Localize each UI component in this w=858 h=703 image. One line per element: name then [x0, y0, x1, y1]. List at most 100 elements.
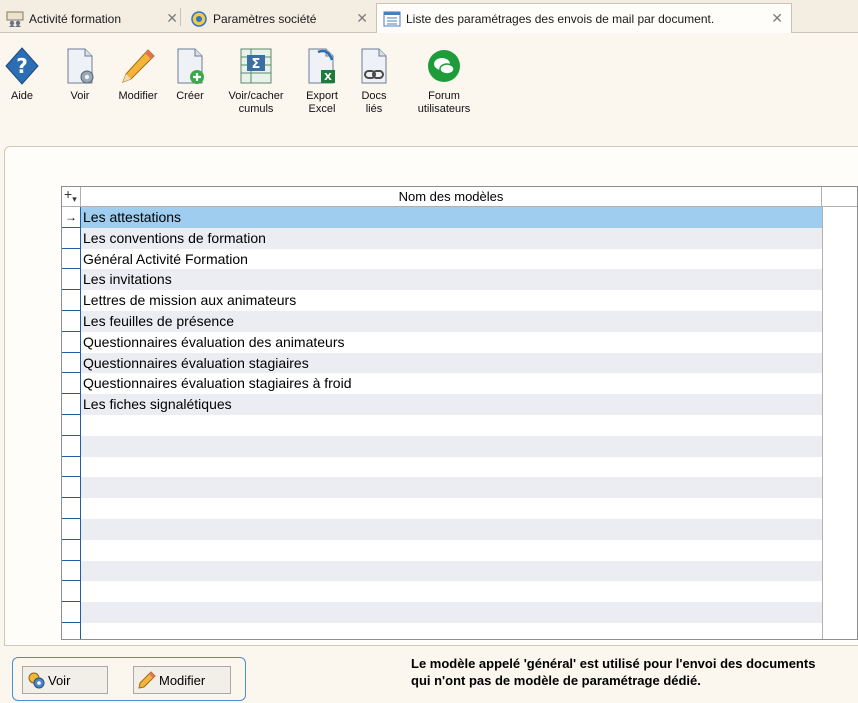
docs-label-2: liés — [365, 103, 383, 115]
table-row[interactable] — [62, 602, 857, 623]
model-name-cell[interactable] — [81, 581, 822, 603]
table-row[interactable]: Les invitations — [62, 269, 857, 291]
table-row[interactable] — [62, 518, 857, 540]
table-row[interactable]: Les feuilles de présence — [62, 310, 857, 332]
pencil-icon — [118, 44, 158, 88]
export-label-2: Excel — [308, 103, 336, 115]
table-row[interactable]: Lettres de mission aux animateurs — [62, 290, 857, 311]
bottom-modify-button[interactable]: Modifier — [133, 666, 231, 694]
row-selector[interactable] — [62, 269, 81, 291]
grid-empty-area — [822, 207, 857, 639]
svg-text:?: ? — [16, 54, 28, 78]
model-name-cell[interactable] — [81, 477, 822, 499]
model-name-cell[interactable]: Les fiches signalétiques — [81, 394, 822, 415]
row-selector[interactable] — [62, 602, 81, 623]
row-selector[interactable] — [62, 560, 81, 582]
table-row[interactable] — [62, 622, 857, 639]
bottom-modify-label: Modifier — [159, 672, 206, 688]
list-window-icon — [383, 10, 401, 28]
row-selector[interactable] — [62, 227, 81, 249]
model-name-cell[interactable] — [81, 435, 822, 457]
tab-liste-parametrages[interactable]: Liste des paramétrages des envois de mai… — [376, 3, 792, 33]
row-selector[interactable] — [62, 414, 81, 436]
model-name-cell[interactable]: Général Activité Formation — [81, 248, 822, 270]
model-name-cell[interactable]: Les conventions de formation — [81, 227, 822, 249]
bottom-button-group: Voir Modifier — [12, 657, 246, 701]
model-name-cell[interactable]: Lettres de mission aux animateurs — [81, 290, 822, 311]
row-selector-arrow-icon[interactable]: → — [62, 207, 81, 228]
tab-parametres-societe[interactable]: Paramètres société ✕ — [190, 4, 368, 33]
row-selector[interactable] — [62, 435, 81, 457]
close-icon[interactable]: ✕ — [166, 10, 178, 27]
create-button[interactable]: Créer — [170, 44, 210, 103]
row-selector[interactable] — [62, 373, 81, 395]
model-name-cell[interactable]: Les attestations — [81, 207, 822, 228]
table-row[interactable] — [62, 539, 857, 561]
table-row[interactable] — [62, 498, 857, 519]
model-name-cell[interactable]: Les feuilles de présence — [81, 310, 822, 332]
view-button[interactable]: Voir — [60, 44, 100, 103]
table-row[interactable]: Questionnaires évaluation des animateurs — [62, 331, 857, 353]
model-name-cell[interactable] — [81, 539, 822, 561]
tab-label: Activité formation — [29, 11, 122, 26]
model-name-cell[interactable] — [81, 456, 822, 478]
row-selector[interactable] — [62, 248, 81, 270]
user-forum-button[interactable]: Forum utilisateurs — [412, 44, 476, 116]
create-label: Créer — [176, 90, 204, 102]
help-button[interactable]: ? Aide — [4, 44, 40, 103]
row-selector[interactable] — [62, 331, 81, 353]
table-row[interactable] — [62, 581, 857, 603]
row-selector[interactable] — [62, 394, 81, 415]
modify-button[interactable]: Modifier — [112, 44, 164, 103]
row-selector[interactable] — [62, 498, 81, 519]
export-label-1: Export — [306, 90, 338, 102]
model-name-cell[interactable] — [81, 518, 822, 540]
row-selector[interactable] — [62, 352, 81, 374]
tab-activite-formation[interactable]: Activité formation ✕ — [6, 4, 178, 33]
grid-corner-button[interactable]: +▾ — [62, 187, 81, 207]
model-name-cell[interactable] — [81, 622, 822, 639]
table-row[interactable]: Général Activité Formation — [62, 248, 857, 270]
table-row[interactable]: Les conventions de formation — [62, 227, 857, 249]
model-name-cell[interactable]: Les invitations — [81, 269, 822, 291]
table-row[interactable] — [62, 414, 857, 436]
model-name-cell[interactable] — [81, 414, 822, 436]
table-row[interactable]: Les fiches signalétiques — [62, 394, 857, 415]
row-selector[interactable] — [62, 456, 81, 478]
row-selector[interactable] — [62, 477, 81, 499]
svg-text:Σ: Σ — [252, 57, 261, 72]
row-selector[interactable] — [62, 310, 81, 332]
model-name-cell[interactable]: Questionnaires évaluation stagiaires — [81, 352, 822, 374]
row-selector[interactable] — [62, 518, 81, 540]
modify-label: Modifier — [118, 90, 158, 102]
row-selector[interactable] — [62, 581, 81, 603]
bottom-view-button[interactable]: Voir — [22, 666, 108, 694]
model-name-cell[interactable] — [81, 560, 822, 582]
view-gear-icon — [27, 671, 45, 689]
tab-label: Paramètres société — [213, 11, 317, 26]
model-name-cell[interactable] — [81, 498, 822, 519]
forum-chat-icon — [424, 44, 464, 88]
table-row[interactable]: Questionnaires évaluation stagiaires — [62, 352, 857, 374]
table-row[interactable] — [62, 477, 857, 499]
export-excel-button[interactable]: X Export Excel — [298, 44, 346, 116]
row-selector[interactable] — [62, 539, 81, 561]
close-icon[interactable]: ✕ — [356, 10, 368, 27]
table-row[interactable] — [62, 456, 857, 478]
table-row[interactable] — [62, 435, 857, 457]
close-icon[interactable]: ✕ — [771, 10, 783, 27]
row-selector[interactable] — [62, 290, 81, 311]
table-row[interactable]: → Les attestations — [62, 207, 857, 228]
models-grid[interactable]: +▾ Nom des modèles → Les attestations Les … — [61, 186, 858, 640]
linked-docs-button[interactable]: Docs liés — [354, 44, 394, 116]
model-name-cell[interactable] — [81, 602, 822, 623]
table-row[interactable] — [62, 560, 857, 582]
model-name-cell[interactable]: Questionnaires évaluation stagiaires à f… — [81, 373, 822, 395]
toggle-totals-button[interactable]: Σ Voir/cacher cumuls — [224, 44, 288, 116]
column-header-model-names[interactable]: Nom des modèles — [81, 187, 822, 207]
row-selector[interactable] — [62, 622, 81, 639]
toolbar: ? Aide Voir Modifier Créer Σ Voir/cacher… — [0, 34, 858, 130]
table-row[interactable]: Questionnaires évaluation stagiaires à f… — [62, 373, 857, 395]
tab-label: Liste des paramétrages des envois de mai… — [406, 11, 715, 26]
model-name-cell[interactable]: Questionnaires évaluation des animateurs — [81, 331, 822, 353]
